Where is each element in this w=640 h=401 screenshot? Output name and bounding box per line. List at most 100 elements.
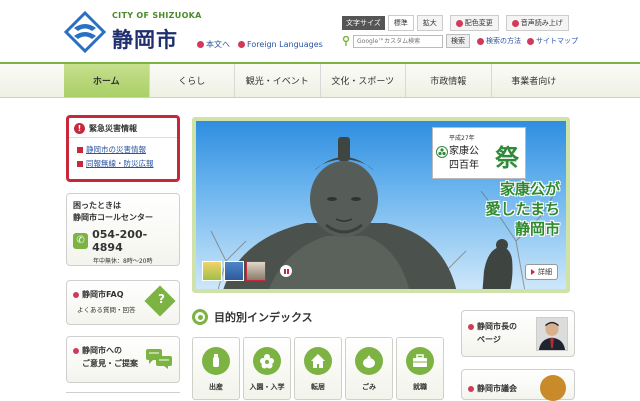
mayor-photo bbox=[536, 317, 568, 351]
slogan-line2: 愛したまち bbox=[485, 200, 560, 218]
global-nav: ホーム くらし 観光・イベント 文化・スポーツ 市政情報 事業者向け bbox=[64, 62, 576, 98]
index-item-enrollment[interactable]: 入園・入学 bbox=[243, 337, 291, 400]
faq-box[interactable]: 静岡市FAQ よくある質問・回答 ? bbox=[66, 280, 180, 325]
city-name-jp[interactable]: 静岡市 bbox=[112, 24, 178, 54]
banner-heisei: 平成27年 bbox=[449, 135, 475, 142]
header-links: 本文へ Foreign Languages bbox=[197, 39, 323, 50]
arrow-bullet-icon bbox=[455, 19, 463, 27]
accessibility-tools: 文字サイズ 標準 拡大 配色変更 音声読み上げ bbox=[342, 15, 569, 31]
index-item-label: 出産 bbox=[209, 383, 223, 391]
nav-culture-sports[interactable]: 文化・スポーツ bbox=[321, 64, 406, 97]
index-item-moving[interactable]: 転居 bbox=[294, 337, 342, 400]
circle-bullet-icon bbox=[192, 309, 208, 325]
link-label: 本文へ bbox=[206, 40, 230, 49]
arrow-bullet-icon bbox=[73, 347, 79, 354]
link-label: サイトマップ bbox=[536, 37, 578, 45]
opinion-line1-text: 静岡市への bbox=[82, 346, 122, 355]
phone-row: ✆ 054-200-4894 bbox=[73, 228, 173, 254]
phone-number: 054-200-4894 bbox=[92, 228, 148, 254]
nav-band-right bbox=[576, 62, 640, 98]
arrow-bullet-icon bbox=[73, 291, 79, 298]
emergency-info-box: ! 緊急災害情報 静岡市の災害情報 同報無線・防災広報 bbox=[66, 115, 180, 182]
index-item-label: ごみ bbox=[362, 383, 376, 391]
arrow-bullet-icon bbox=[511, 19, 519, 27]
color-change-button[interactable]: 配色変更 bbox=[449, 15, 499, 31]
banner-ieyasu: 家康公 bbox=[449, 146, 479, 157]
slide-thumb-3[interactable] bbox=[246, 261, 266, 281]
banner-slogan: 家康公が 愛したまち 静岡市 bbox=[485, 179, 560, 239]
alert-icon: ! bbox=[74, 123, 85, 134]
search-button[interactable]: 検索 bbox=[446, 34, 470, 48]
nav-city-info[interactable]: 市政情報 bbox=[406, 64, 492, 97]
search-help-link[interactable]: 検索の方法 bbox=[477, 36, 521, 46]
pause-icon bbox=[283, 268, 286, 274]
hollyhock-crest-icon bbox=[436, 146, 448, 158]
baby-bottle-icon bbox=[202, 347, 230, 375]
pause-button[interactable] bbox=[280, 265, 292, 277]
search-bar: 検索 検索の方法 サイトマップ bbox=[342, 34, 578, 48]
nav-band-left bbox=[0, 62, 64, 98]
phone-icon: ✆ bbox=[73, 233, 89, 249]
index-item-birth[interactable]: 出産 bbox=[192, 337, 240, 400]
mayor-page-box[interactable]: 静岡市長の ページ bbox=[461, 310, 575, 357]
arrow-bullet-icon bbox=[468, 323, 474, 330]
garbage-bag-icon bbox=[355, 347, 383, 375]
flower-icon bbox=[253, 347, 281, 375]
call-center-line1: 困ったときは bbox=[73, 201, 121, 210]
nav-business[interactable]: 事業者向け bbox=[492, 64, 577, 97]
purpose-index-grid: 出産 入園・入学 転居 ごみ 就職 bbox=[192, 337, 446, 400]
city-name-en: CITY OF SHIZUOKA bbox=[112, 11, 202, 20]
purpose-index-heading: 目的別インデックス bbox=[192, 309, 313, 325]
arrow-bullet-icon bbox=[197, 41, 204, 48]
nav-living[interactable]: くらし bbox=[150, 64, 235, 97]
council-emblem-icon bbox=[540, 375, 566, 401]
sitemap-link[interactable]: サイトマップ bbox=[527, 36, 578, 46]
emergency-title: ! 緊急災害情報 bbox=[69, 118, 177, 138]
council-title-text: 静岡市議会 bbox=[477, 384, 517, 393]
search-input[interactable] bbox=[353, 34, 443, 48]
opinion-box[interactable]: 静岡市への ご意見・ご提案 bbox=[66, 336, 180, 383]
link-label: Foreign Languages bbox=[247, 40, 323, 49]
triangle-arrow-icon bbox=[531, 269, 535, 275]
slogan-line3: 静岡市 bbox=[514, 220, 560, 238]
disaster-info-link[interactable]: 静岡市の災害情報 bbox=[69, 141, 177, 155]
link-label: 静岡市の災害情報 bbox=[86, 145, 146, 154]
banner-matsuri: 祭 bbox=[495, 143, 519, 172]
index-item-label: 転居 bbox=[311, 383, 325, 391]
nav-tourism-events[interactable]: 観光・イベント bbox=[235, 64, 321, 97]
button-label: 配色変更 bbox=[464, 19, 493, 27]
broadcast-link[interactable]: 同報無線・防災広報 bbox=[69, 155, 177, 169]
text-size-standard-button[interactable]: 標準 bbox=[387, 15, 414, 31]
link-label: 同報無線・防災広報 bbox=[86, 159, 154, 168]
call-center-box[interactable]: 困ったときは 静岡市コールセンター ✆ 054-200-4894 年中無休：8時… bbox=[66, 193, 180, 266]
index-item-garbage[interactable]: ごみ bbox=[345, 337, 393, 400]
slogan-line1: 家康公が bbox=[499, 180, 560, 198]
call-center-hours: 年中無休：8時〜20時 bbox=[93, 258, 153, 265]
hero-banner[interactable]: 平成27年 家康公 四百年 祭 家康公が 愛したまち 静岡市 詳細 bbox=[192, 117, 570, 293]
search-pin-icon bbox=[342, 36, 350, 46]
text-size-large-button[interactable]: 拡大 bbox=[416, 15, 443, 31]
slide-thumb-1[interactable] bbox=[202, 261, 222, 281]
index-item-employment[interactable]: 就職 bbox=[396, 337, 444, 400]
city-council-box[interactable]: 静岡市議会 bbox=[461, 369, 575, 401]
button-label: 詳細 bbox=[538, 268, 552, 276]
pause-icon bbox=[286, 268, 289, 274]
briefcase-icon bbox=[406, 347, 434, 375]
skip-to-content-link[interactable]: 本文へ bbox=[197, 39, 230, 50]
index-item-label: 入園・入学 bbox=[249, 383, 285, 391]
banner-detail-button[interactable]: 詳細 bbox=[525, 264, 558, 280]
slide-thumb-2[interactable] bbox=[224, 261, 244, 281]
city-logo-icon[interactable] bbox=[64, 11, 106, 53]
emergency-title-text: 緊急災害情報 bbox=[89, 124, 137, 133]
button-label: 音声読み上げ bbox=[520, 19, 563, 27]
foreign-languages-link[interactable]: Foreign Languages bbox=[238, 39, 323, 50]
arrow-bullet-icon bbox=[238, 41, 245, 48]
house-icon bbox=[304, 347, 332, 375]
read-aloud-button[interactable]: 音声読み上げ bbox=[505, 15, 569, 31]
ieyasu-400th-festival-logo: 平成27年 家康公 四百年 祭 bbox=[432, 127, 526, 179]
mayor-line1-text: 静岡市長の bbox=[477, 322, 517, 331]
arrow-bullet-icon bbox=[477, 37, 484, 45]
nav-home[interactable]: ホーム bbox=[64, 64, 150, 97]
arrow-bullet-icon bbox=[527, 37, 534, 45]
banner-400th: 四百年 bbox=[449, 160, 479, 171]
